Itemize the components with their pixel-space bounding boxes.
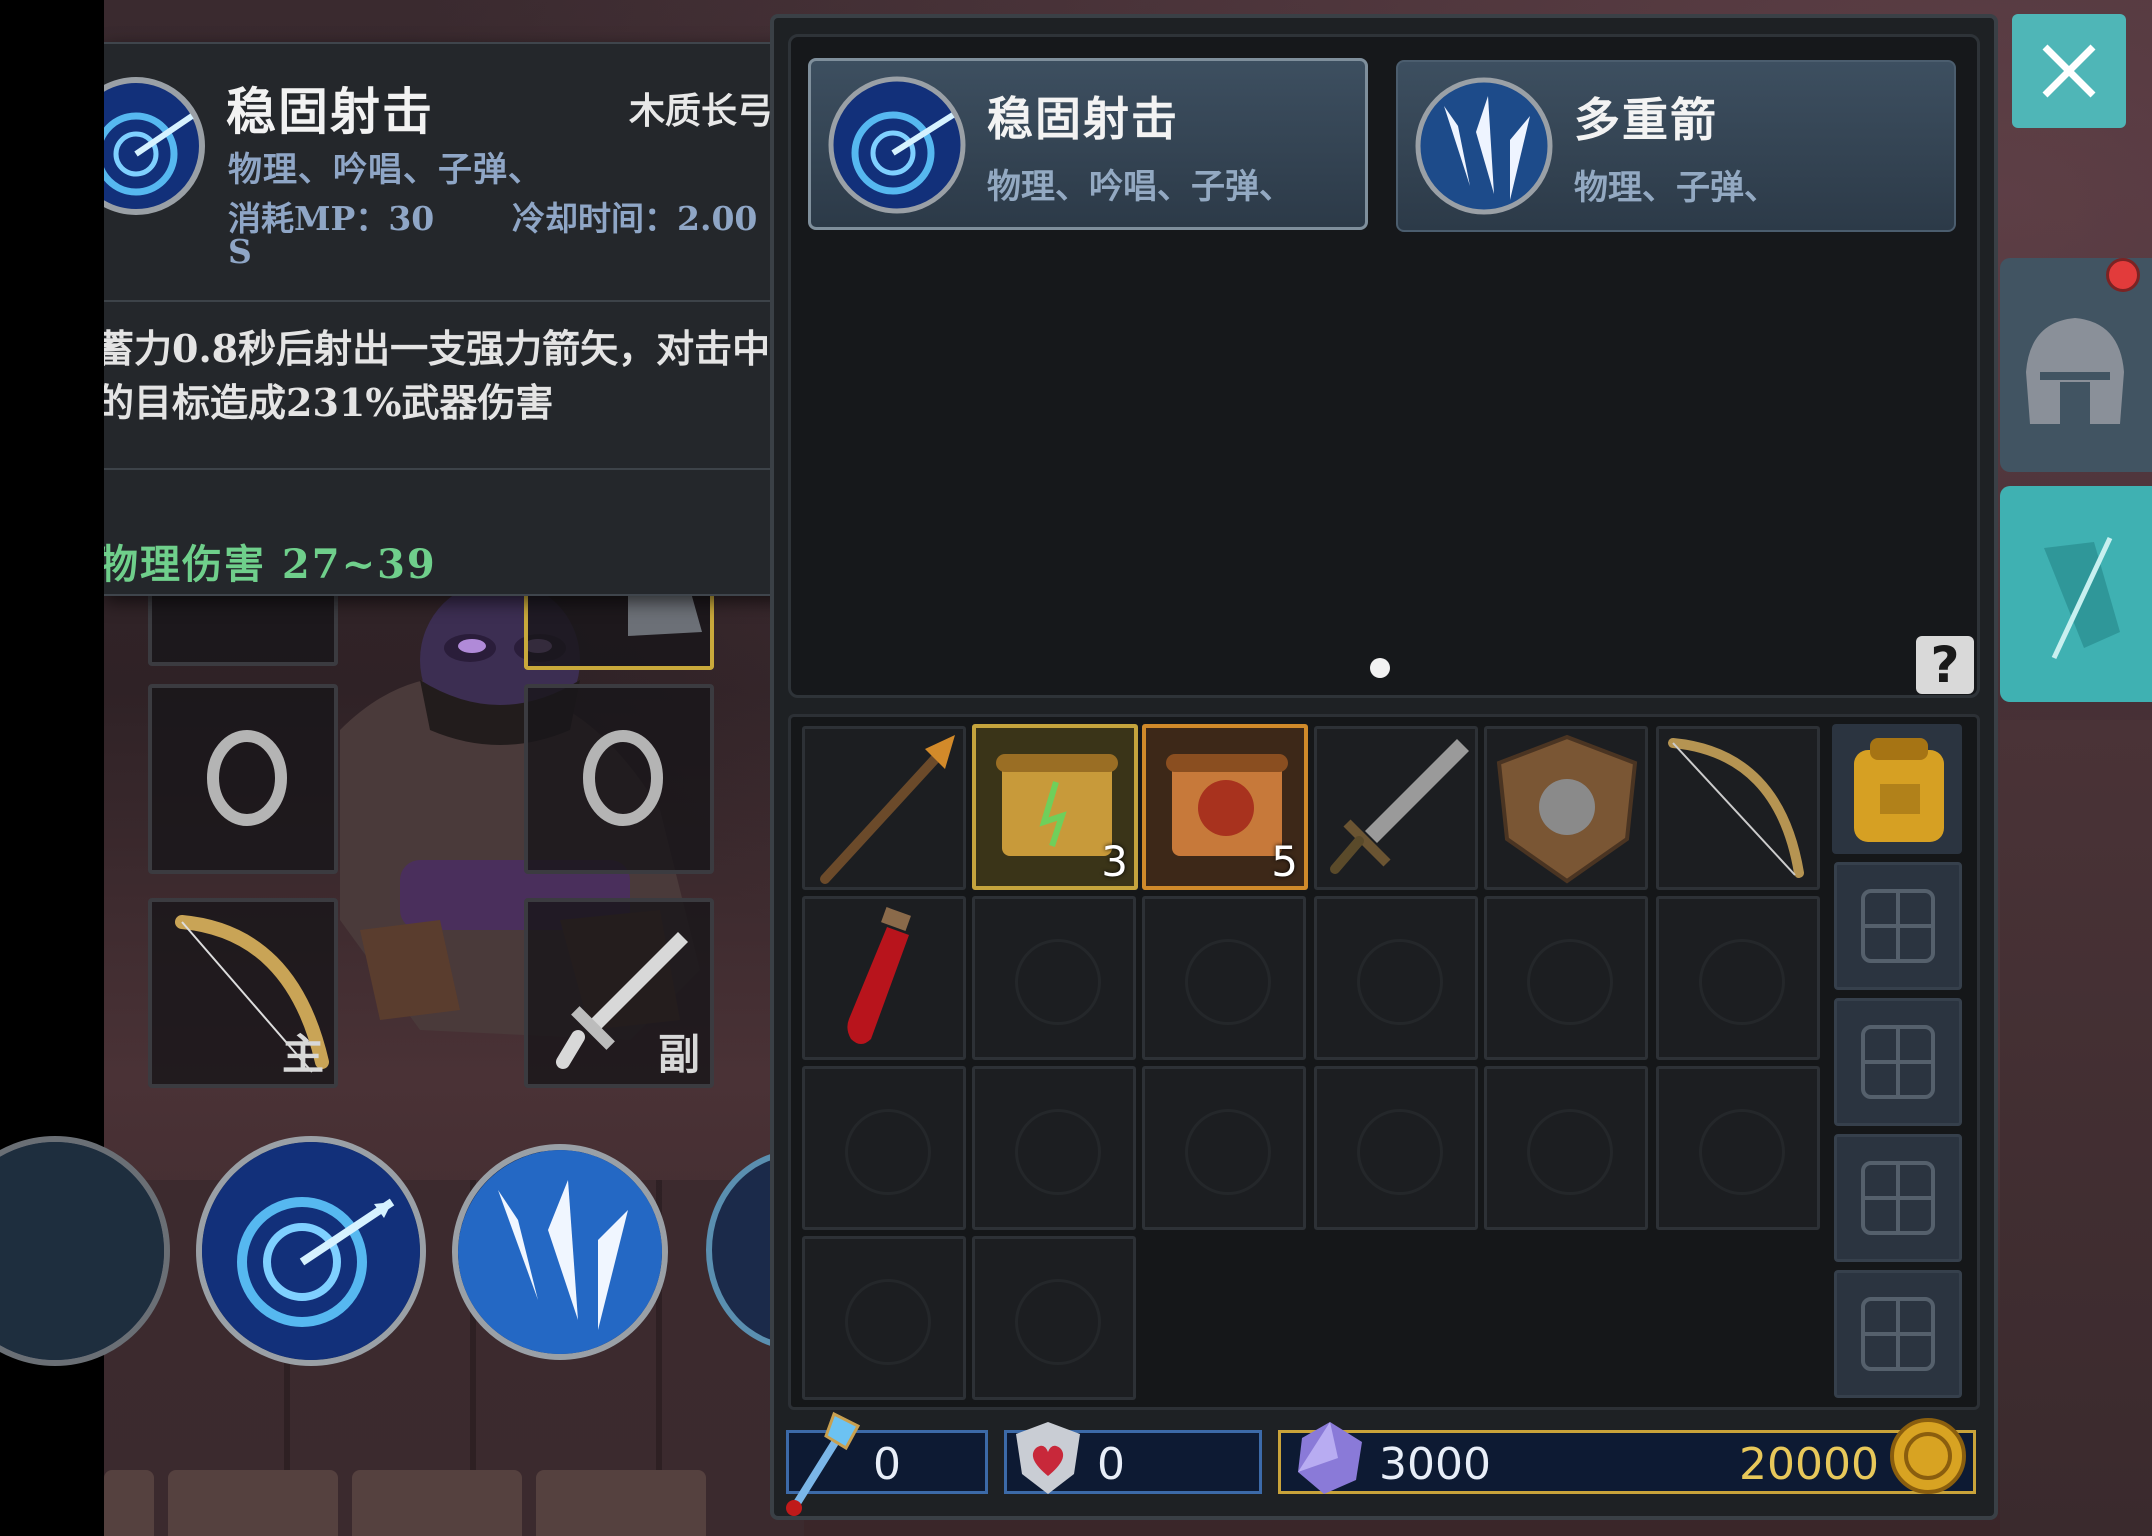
steady-shot-icon — [202, 1142, 420, 1360]
backpack-button[interactable] — [1832, 724, 1962, 854]
bag-slot-add[interactable] — [1834, 1134, 1962, 1262]
helmet-icon — [2026, 318, 2124, 424]
multishot-icon — [458, 1150, 662, 1354]
gems-value: 3000 — [1379, 1439, 1491, 1490]
inventory-slot-shield[interactable] — [1484, 726, 1648, 890]
tooltip-skill-icon — [104, 76, 210, 218]
multishot-icon — [1415, 77, 1553, 215]
backpack-icon — [1854, 738, 1944, 842]
gems-gold-counter: 3000 20000 — [1278, 1430, 1976, 1494]
item-count: 5 — [1271, 837, 1298, 886]
off-hand-tag: 副 — [657, 1030, 700, 1079]
tooltip-cooldown-unit: S — [228, 232, 252, 271]
inventory-slot-sword[interactable] — [1314, 726, 1478, 890]
gem-icon — [1298, 1422, 1362, 1494]
page-indicator-dot — [1370, 658, 1390, 678]
inventory-slot-empty[interactable] — [1314, 896, 1478, 1060]
shield-icon — [1496, 734, 1638, 884]
inventory-slot-empty[interactable] — [802, 1236, 966, 1400]
help-button[interactable]: ? — [1916, 636, 1974, 694]
inventory-slot-empty[interactable] — [802, 1066, 966, 1230]
inventory-slot-staff[interactable] — [802, 726, 966, 890]
skill-book-staff-icon — [786, 1411, 861, 1516]
bag-slot-add[interactable] — [1834, 862, 1962, 990]
inventory-slot-empty[interactable] — [1142, 1066, 1306, 1230]
hotbar-slot[interactable] — [352, 1470, 522, 1536]
tooltip-divider — [104, 300, 784, 302]
inventory-slot-empty[interactable] — [1484, 896, 1648, 1060]
inventory-slot-empty[interactable] — [1656, 1066, 1820, 1230]
inventory-slot-empty[interactable] — [972, 1236, 1136, 1400]
inventory-slot-empty[interactable] — [1656, 896, 1820, 1060]
inventory-slot-empty[interactable] — [1484, 1066, 1648, 1230]
item-count: 3 — [1101, 837, 1128, 886]
hotbar-slot[interactable] — [168, 1470, 338, 1536]
tooltip-weapon-name: 木质长弓 — [628, 90, 773, 132]
tooltip-divider — [104, 468, 784, 470]
tooltip-damage: 物理伤害 27~39 — [104, 541, 437, 588]
equip-slot-main-hand[interactable]: 主 — [148, 898, 338, 1088]
inventory-slot-empty[interactable] — [1314, 1066, 1478, 1230]
ring-icon — [583, 730, 663, 826]
skill-tooltip: 稳固射击 木质长弓 物理、吟唱、子弹、 消耗MP：30 冷却时间：2.00 S … — [104, 42, 813, 596]
tooltip-cooldown: 冷却时间：2.00 — [512, 199, 758, 238]
scene-edge — [2000, 720, 2152, 1536]
add-icon — [1861, 1161, 1935, 1235]
gold-coin-icon — [1890, 1418, 1966, 1494]
inventory-slot-potion[interactable] — [802, 896, 966, 1060]
tooltip-skill-name: 稳固射击 — [226, 82, 434, 141]
inventory-slot-empty[interactable] — [972, 1066, 1136, 1230]
add-icon — [1861, 1297, 1935, 1371]
ring-icon — [207, 730, 287, 826]
steady-shot-icon — [104, 77, 205, 215]
add-icon — [1861, 889, 1935, 963]
tooltip-description: 蓄力0.8秒后射出一支强力箭矢，对击中 的目标造成231%武器伤害 — [104, 326, 771, 425]
equip-slot-ring-left[interactable] — [148, 684, 338, 874]
gloves-icon — [2044, 536, 2120, 660]
inventory-slot-empty[interactable] — [1142, 896, 1306, 1060]
add-icon — [1861, 1025, 1935, 1099]
notification-badge — [2106, 258, 2140, 292]
skill-button-multishot[interactable] — [452, 1144, 668, 1360]
skill-button-partial[interactable] — [0, 1136, 170, 1366]
close-button[interactable] — [2012, 14, 2126, 128]
inventory-slot-scroll-green[interactable]: 3 — [972, 724, 1138, 890]
health-potion-icon — [847, 907, 911, 1044]
tab-skills[interactable] — [2000, 486, 2152, 702]
bag-slot-add[interactable] — [1834, 998, 1962, 1126]
equip-slot-off-hand[interactable]: 副 — [524, 898, 714, 1088]
skill-card-name: 多重箭 — [1574, 93, 1718, 147]
bow-icon — [1668, 738, 1804, 878]
skill-card-tags: 物理、子弹、 — [1574, 168, 1778, 208]
skill-card-tags: 物理、吟唱、子弹、 — [987, 167, 1293, 207]
tooltip-skill-tags: 物理、吟唱、子弹、 — [228, 150, 543, 190]
skill-points-value: 0 — [873, 1439, 901, 1490]
skill-card-multishot[interactable]: 多重箭 物理、子弹、 — [1396, 60, 1956, 232]
main-hand-tag: 主 — [281, 1030, 324, 1079]
hotbar-slot[interactable] — [536, 1470, 706, 1536]
equip-slot-ring-right[interactable] — [524, 684, 714, 874]
inventory-slot-bow[interactable] — [1656, 726, 1820, 890]
skill-button-steady-shot[interactable] — [196, 1136, 426, 1366]
steady-shot-icon — [828, 76, 966, 214]
close-icon — [2042, 44, 2096, 98]
staff-icon — [820, 735, 955, 884]
hotbar-slot[interactable] — [104, 1470, 154, 1536]
talent-points-value: 0 — [1097, 1439, 1125, 1490]
bag-slot-add[interactable] — [1834, 1270, 1962, 1398]
sword-icon — [1330, 739, 1469, 874]
tooltip-mp-cost: 消耗MP：30 — [228, 199, 435, 238]
inventory-slot-empty[interactable] — [972, 896, 1136, 1060]
gold-value: 20000 — [1739, 1439, 1879, 1490]
inventory-slot-scroll-red[interactable]: 5 — [1142, 724, 1308, 890]
heart-crest-icon — [1016, 1422, 1080, 1494]
skill-card-name: 稳固射击 — [987, 92, 1179, 146]
skill-card-steady-shot[interactable]: 稳固射击 物理、吟唱、子弹、 — [808, 58, 1368, 230]
